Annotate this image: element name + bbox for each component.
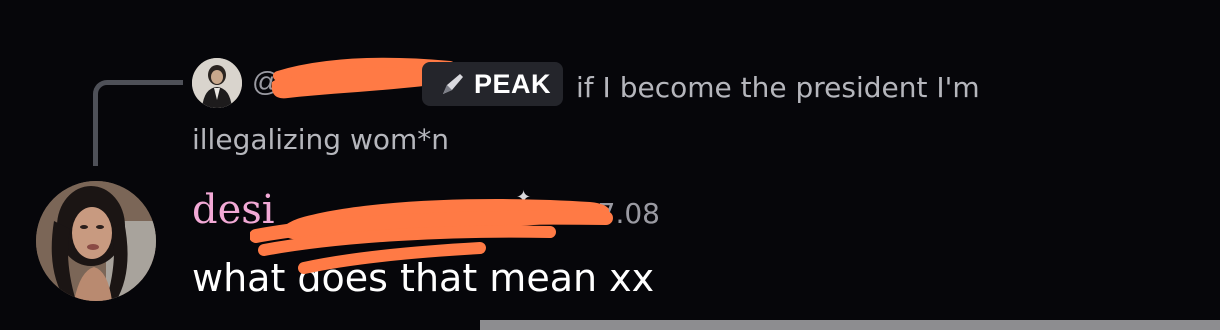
author-avatar-image xyxy=(36,181,156,301)
scrollbar-track[interactable] xyxy=(480,320,1220,330)
reply-preview-text[interactable]: if I become the president I'm illegalizi… xyxy=(192,62,1032,166)
reply-connector-line xyxy=(93,80,183,166)
redaction-scribble-username xyxy=(250,199,613,274)
author-avatar[interactable] xyxy=(36,181,156,301)
